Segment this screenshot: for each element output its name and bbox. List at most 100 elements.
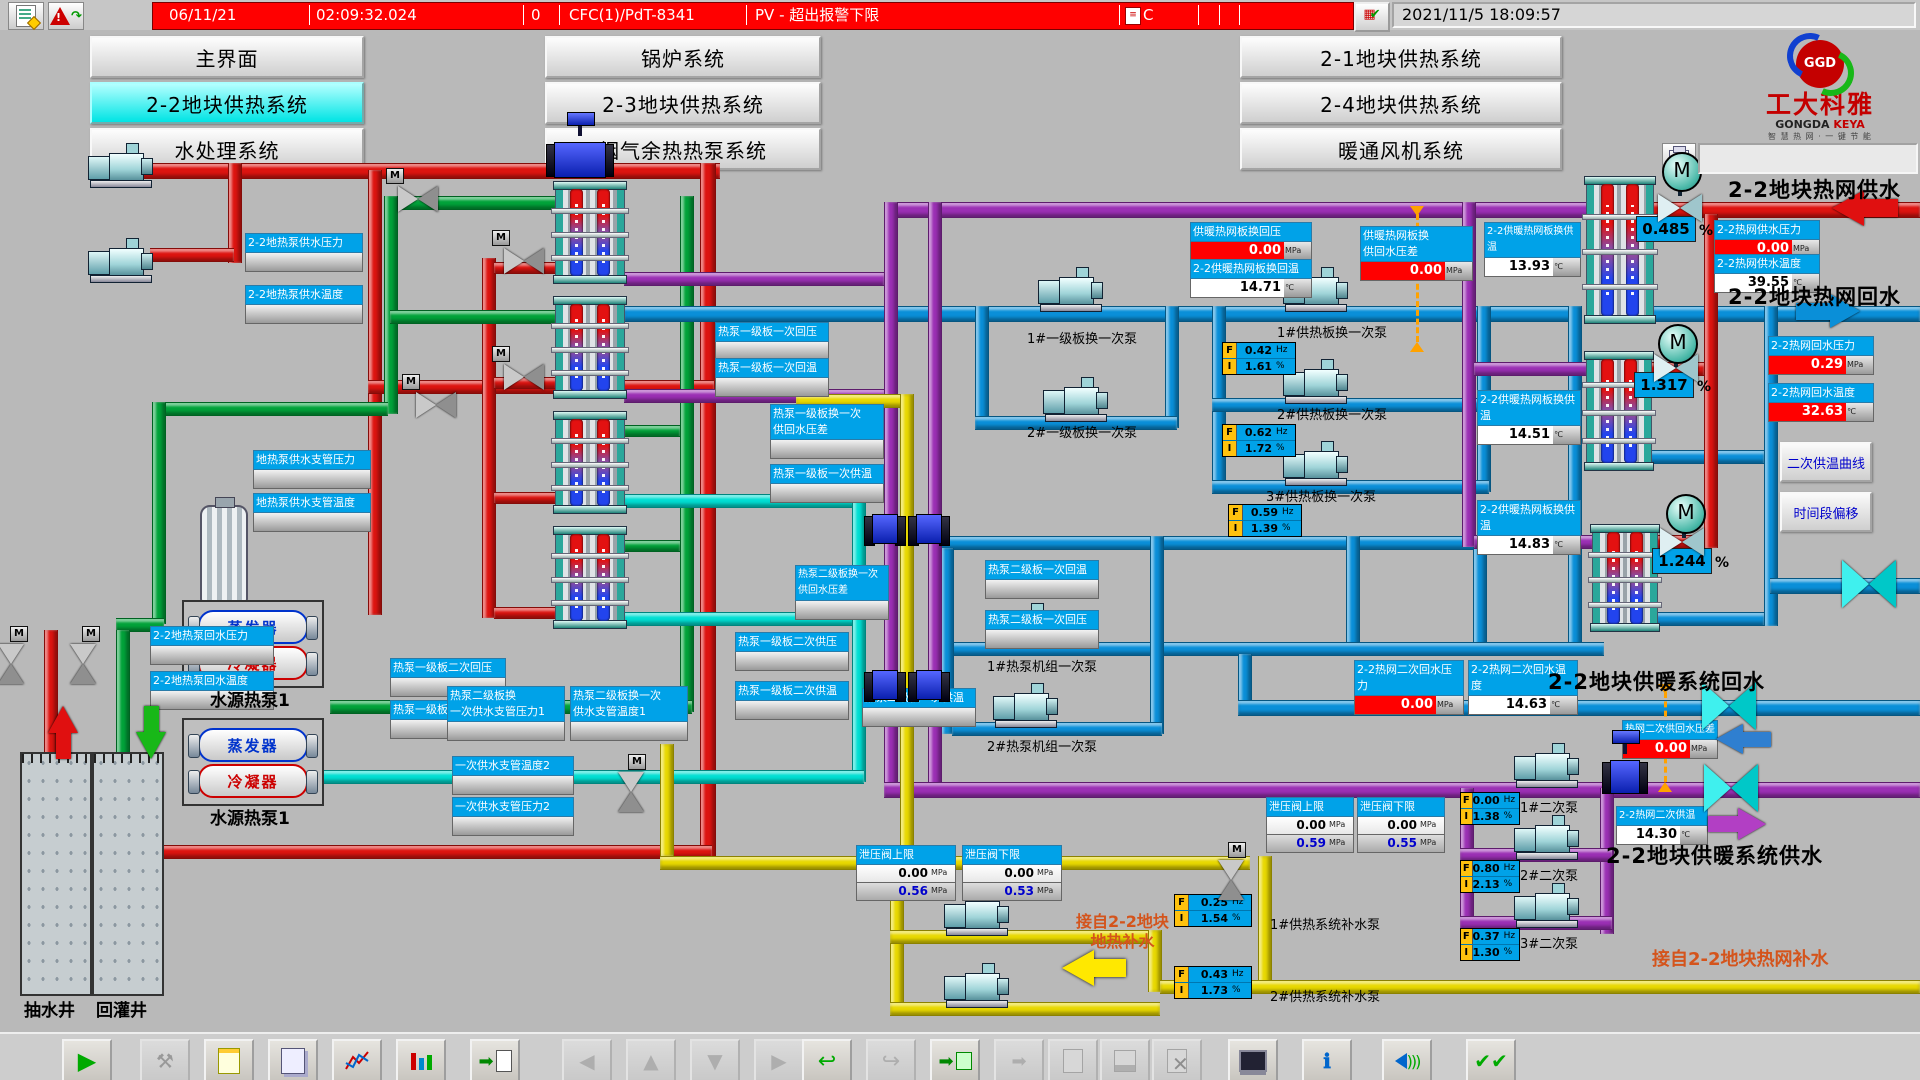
pump-label-1#二次泵: 1#二次泵 <box>1520 797 1578 816</box>
vfd-box-2#供热板换一次泵: F0.62HzI1.72% <box>1222 424 1296 457</box>
alarm-icon[interactable]: ! ↷ <box>48 2 84 30</box>
monitor-button[interactable] <box>1228 1039 1278 1080</box>
sensor-value <box>735 652 849 671</box>
nav-button-2-2地块供热系统[interactable]: 2-2地块供热系统 <box>90 82 364 124</box>
new-note-button[interactable] <box>204 1039 254 1080</box>
sensor-value <box>253 470 371 489</box>
trend-chart-button[interactable] <box>332 1039 382 1080</box>
undo-button[interactable]: ↩ <box>802 1039 852 1080</box>
pump-label-2#供热系统补水泵: 2#供热系统补水泵 <box>1270 986 1380 1005</box>
solenoid-valve-icon-2[interactable] <box>864 506 906 552</box>
nav-down-button: ▼ <box>690 1039 740 1080</box>
pipe <box>116 630 130 758</box>
sensor-label: 热泵一级板二次回压 <box>390 658 506 678</box>
sensor-label: 热泵二级板一次回温 <box>985 560 1099 580</box>
well-label-回灌井: 回灌井 <box>96 996 147 1021</box>
sensor-value <box>245 253 363 272</box>
pipe <box>890 1002 1160 1016</box>
sensor-label: 2-2热网供水压力 <box>1714 220 1820 240</box>
vfd-box-2#二次泵: F0.80HzI2.13% <box>1460 860 1520 893</box>
sensor-branch-temp2: 一次供水支管温度2 <box>452 756 574 795</box>
nav-button-主界面[interactable]: 主界面 <box>90 36 364 78</box>
nav-button-锅炉系统[interactable]: 锅炉系统 <box>545 36 821 78</box>
pump-icon-2 <box>1043 382 1109 420</box>
dp-indicator-top <box>1410 206 1424 216</box>
pump-label-2#热泵机组一次泵: 2#热泵机组一次泵 <box>987 736 1097 755</box>
solenoid-valve-icon-5[interactable] <box>908 662 950 708</box>
sensor-hp2-branch-pressure1: 热泵二级板换 一次供水支管压力1 <box>447 686 565 741</box>
m-valve-motor-label: M <box>628 754 646 770</box>
run-button[interactable]: ▶ <box>62 1039 112 1080</box>
pump-label-1#供热板换一次泵: 1#供热板换一次泵 <box>1277 322 1387 341</box>
pipe <box>975 306 989 428</box>
sensor-hx-return-pressure: 供暖热网板换回压0.00MPa <box>1190 222 1312 261</box>
info-button[interactable]: ℹ <box>1302 1039 1352 1080</box>
relief-limit: 0.00MPa <box>962 865 1062 883</box>
ack-icon[interactable]: ▦✔ <box>1354 2 1390 32</box>
relief-label: 泄压阀下限 <box>1357 797 1445 817</box>
message-box[interactable] <box>1698 143 1918 174</box>
m-valve-motor-label: M <box>10 626 28 642</box>
sensor-hx-supply-temp-3: 2-2供暖热网板换供温14.83℃ <box>1477 500 1581 555</box>
solenoid-valve-icon-1[interactable] <box>546 134 614 186</box>
sensor-value: 14.71℃ <box>1190 279 1312 298</box>
motor-valve-icon-3[interactable]: M <box>1666 494 1706 534</box>
note-icon[interactable] <box>8 2 44 30</box>
m-valve-motor-label: M <box>1228 842 1246 858</box>
pump-label-1#一级板换一次泵: 1#一级板换一次泵 <box>1027 328 1137 347</box>
sensor-value <box>770 484 884 503</box>
copy-note-button[interactable] <box>268 1039 318 1080</box>
solenoid-valve-icon-6[interactable] <box>1602 752 1648 802</box>
solenoid-valve-icon-4[interactable] <box>864 662 906 708</box>
pump-icon-10 <box>1514 888 1580 926</box>
nav-button-label: 烟气余热热泵系统 <box>599 135 767 164</box>
sensor-hp1-primary-return-pressure: 热泵一级板一次回压 <box>715 322 829 361</box>
pipe <box>884 202 1589 218</box>
pump-icon-7 <box>993 688 1059 726</box>
nav-button-暖通风机系统[interactable]: 暖通风机系统 <box>1240 128 1562 170</box>
sensor-branch-pressure2: 一次供水支管压力2 <box>452 797 574 836</box>
confirm-button[interactable]: ✔✔ <box>1466 1039 1516 1080</box>
m-valve-motor-label: M <box>82 626 100 642</box>
nav-button-2-1地块供热系统[interactable]: 2-1地块供热系统 <box>1240 36 1562 78</box>
m-valve-motor-label: M <box>402 374 420 390</box>
logo-mark: GGD <box>1792 36 1848 92</box>
relief-setpoint: 0.56MPa <box>856 883 956 901</box>
m-valve-motor-label: M <box>492 230 510 246</box>
sensor-grid-return-pressure: 2-2热网回水压力0.29MPa <box>1768 336 1874 375</box>
sensor-hx-dp: 供暖热网板换 供回水压差0.00MPa <box>1360 226 1473 281</box>
motor-valve-icon-2[interactable]: M <box>1658 324 1698 364</box>
sensor-hp2-primary-return-pressure: 热泵二级板一次回压 <box>985 610 1099 649</box>
sound-button[interactable]: ))) <box>1382 1039 1432 1080</box>
pipe <box>700 163 716 863</box>
m-valve-motor-label: M <box>386 168 404 184</box>
sensor-label: 2-2地热泵供水压力 <box>245 233 363 253</box>
sensor-value <box>150 646 274 665</box>
sensor-value <box>770 440 884 459</box>
sensor-hp2-branch-temp1: 热泵二级板换一次 供水支管温度1 <box>570 686 688 741</box>
side-button-时间段偏移[interactable]: 时间段偏移 <box>1780 492 1872 532</box>
sensor-value: 0.00MPa <box>1354 696 1464 715</box>
pump-label-2#供热板换一次泵: 2#供热板换一次泵 <box>1277 404 1387 423</box>
relief-setpoint: 0.59MPa <box>1266 835 1354 853</box>
export-report-button[interactable]: ➡ <box>470 1039 520 1080</box>
sensor-value <box>985 580 1099 599</box>
pipe <box>624 540 680 552</box>
temp-chart-button[interactable] <box>396 1039 446 1080</box>
sensor-label: 热泵一级板二次供温 <box>735 681 849 701</box>
pipe <box>1150 536 1164 734</box>
sensor-ground-supply-pressure: 2-2地热泵供水压力 <box>245 233 363 272</box>
flow-title-2-2地块热网供水: 2-2地块热网供水 <box>1728 174 1901 204</box>
heat-exchanger-7 <box>1593 528 1657 628</box>
solenoid-valve-icon-3[interactable] <box>908 506 950 552</box>
relief-setpoint: 0.55MPa <box>1357 835 1445 853</box>
sensor-label: 热泵二级板换一次 供回水压差 <box>795 565 889 601</box>
nav-button-2-4地块供热系统[interactable]: 2-4地块供热系统 <box>1240 82 1562 124</box>
motor-valve-icon-1[interactable]: M <box>1662 152 1702 192</box>
sensor-value <box>452 817 574 836</box>
alarm-doc-icon: ≡ <box>1125 7 1141 25</box>
logo-tagline: 智 慧 热 网 · 一 键 节 能 <box>1745 131 1895 142</box>
import-button[interactable]: ➡ <box>930 1039 980 1080</box>
side-button-二次供温曲线[interactable]: 二次供温曲线 <box>1780 442 1872 482</box>
pipe <box>624 425 680 437</box>
